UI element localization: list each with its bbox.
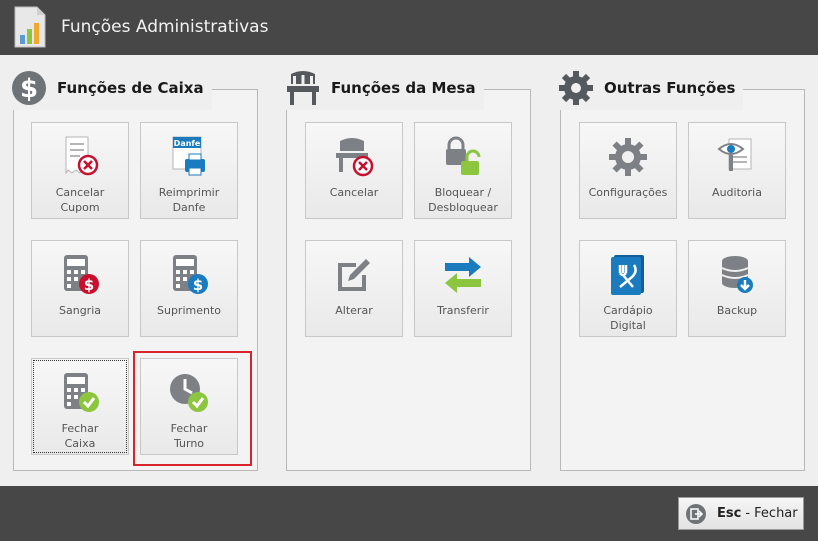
danfe-printer-icon: Danfe — [172, 136, 205, 176]
lock-unlock-icon — [446, 136, 481, 175]
database-download-icon — [721, 256, 753, 293]
auditoria-label: Auditoria — [712, 186, 762, 199]
document-eye-icon — [717, 138, 752, 171]
svg-text:$: $ — [20, 74, 38, 104]
calculator-dollar-red-icon: $ — [64, 255, 99, 294]
fechar-caixa-label: Fechar Caixa — [61, 422, 99, 450]
calculator-dollar-blue-icon: $ — [173, 255, 208, 294]
danfe-badge: Danfe — [174, 139, 201, 148]
auditoria-button[interactable]: Auditoria — [688, 122, 786, 219]
settings-gear-icon — [609, 138, 647, 176]
transferir-button[interactable]: Transferir — [414, 240, 512, 337]
backup-button[interactable]: Backup — [688, 240, 786, 337]
gear-icon — [559, 71, 593, 105]
sangria-label: Sangria — [59, 304, 101, 317]
exit-icon — [686, 503, 706, 524]
group-caixa-title: Funções de Caixa — [57, 79, 204, 97]
suprimento-button[interactable]: $ Suprimento — [140, 240, 238, 337]
cancelar-cupom-button[interactable]: Cancelar Cupom — [31, 122, 129, 219]
close-button[interactable]: Esc - Fechar — [678, 497, 804, 530]
dollar-circle-icon: $ — [12, 71, 46, 105]
suprimento-label: Suprimento — [156, 304, 221, 317]
group-outras-title: Outras Funções — [604, 79, 736, 97]
cancelar-cupom-label: Cancelar Cupom — [55, 186, 105, 214]
calculator-check-icon — [64, 373, 99, 412]
configuracoes-button[interactable]: Configurações — [579, 122, 677, 219]
bloquear-desbloquear-label: Bloquear / Desbloquear — [428, 186, 498, 214]
alterar-button[interactable]: Alterar — [305, 240, 403, 337]
group-outras-header: Outras Funções — [558, 66, 744, 110]
alterar-label: Alterar — [335, 304, 373, 317]
chair-cancel-icon — [336, 138, 374, 177]
menu-book-icon — [611, 255, 644, 295]
receipt-cancel-icon — [65, 136, 99, 176]
window-title: Funções Administrativas — [61, 17, 269, 37]
edit-pencil-icon — [338, 259, 370, 291]
cardapio-digital-button[interactable]: Cardápio Digital — [579, 240, 677, 337]
group-caixa-header: $ Funções de Caixa — [11, 66, 212, 110]
selection-highlight — [133, 351, 252, 466]
svg-text:$: $ — [84, 276, 94, 294]
cancelar-mesa-button[interactable]: Cancelar — [305, 122, 403, 219]
document-chart-icon — [14, 6, 46, 48]
bloquear-desbloquear-button[interactable]: Bloquear / Desbloquear — [414, 122, 512, 219]
title-bar: Funções Administrativas — [0, 0, 818, 55]
cancelar-mesa-label: Cancelar — [329, 186, 379, 199]
close-label: - Fechar — [745, 506, 798, 521]
svg-text:$: $ — [193, 276, 203, 294]
group-mesa-title: Funções da Mesa — [331, 79, 476, 97]
transfer-arrows-icon — [445, 257, 481, 293]
backup-label: Backup — [716, 304, 758, 317]
configuracoes-label: Configurações — [588, 186, 668, 199]
cardapio-digital-label: Cardápio Digital — [603, 304, 653, 332]
chair-icon — [287, 71, 319, 105]
reimprimir-danfe-button[interactable]: Danfe Reimprimir Danfe — [140, 122, 238, 219]
sangria-button[interactable]: $ Sangria — [31, 240, 129, 337]
reimprimir-danfe-label: Reimprimir Danfe — [158, 186, 220, 214]
transferir-label: Transferir — [437, 304, 489, 317]
close-key: Esc — [717, 506, 742, 521]
group-mesa-header: Funções da Mesa — [285, 66, 484, 110]
fechar-caixa-button[interactable]: Fechar Caixa — [31, 358, 129, 455]
